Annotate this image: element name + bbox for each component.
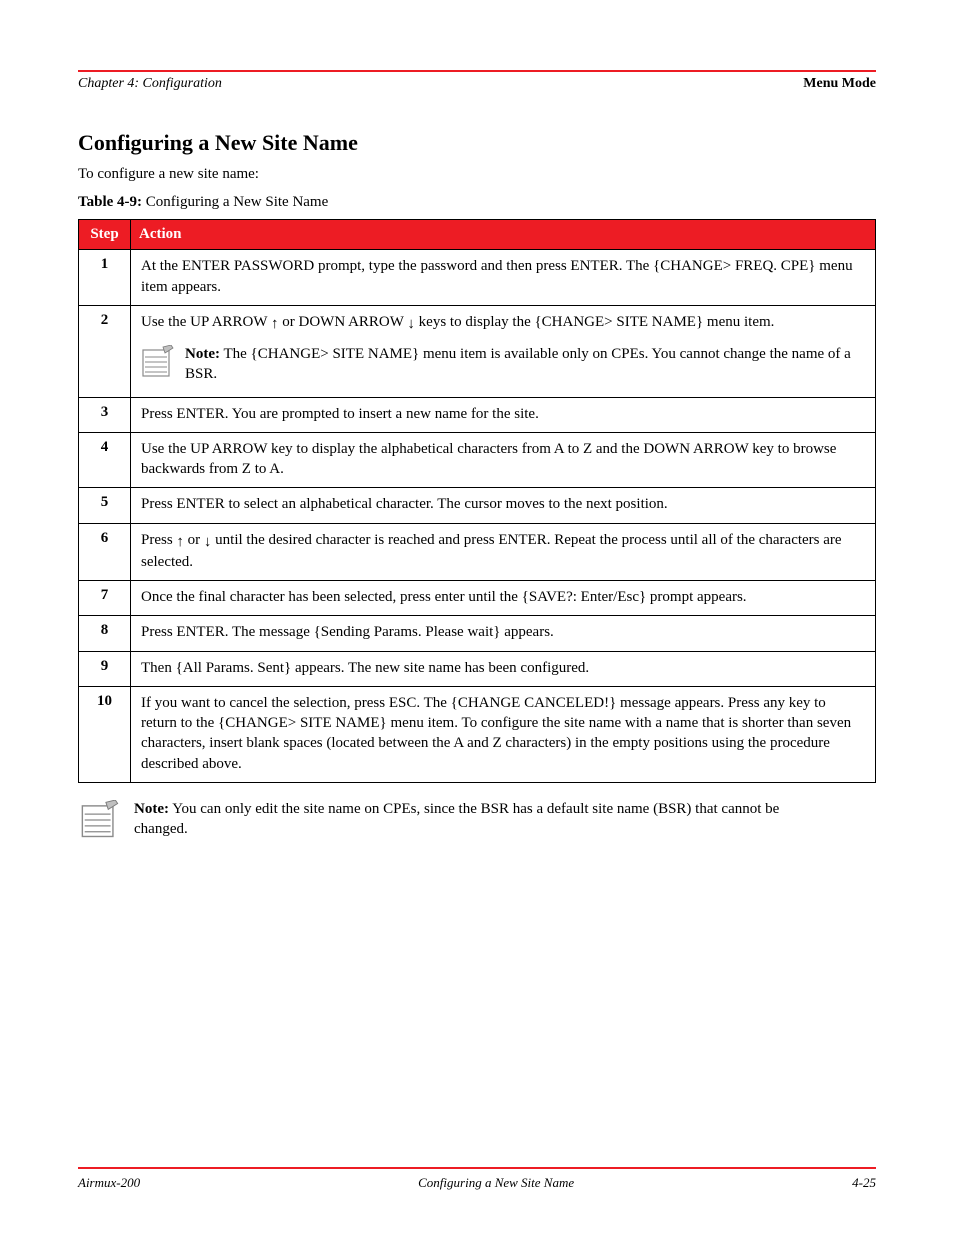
header-section: Menu Mode [803,76,876,92]
step-number: 8 [79,616,131,651]
step-number: 9 [79,651,131,686]
footer-left: Airmux-200 [78,1175,140,1191]
note-label: Note: [134,801,169,817]
note-body: You can only edit the site name on CPEs,… [134,801,779,837]
action-text-pre: Use the UP ARROW [141,314,271,330]
step-number: 4 [79,432,131,488]
step-number: 10 [79,686,131,782]
action-text-post: until the desired character is reached a… [141,532,842,570]
step-action: Press ↑ or ↓ until the desired character… [131,523,876,581]
table-row: 10 If you want to cancel the selection, … [79,686,876,782]
down-arrow-icon: ↓ [407,314,415,334]
action-text-pre: Press [141,532,176,548]
table-row: 5 Press ENTER to select an alphabetical … [79,488,876,523]
table-row: 8 Press ENTER. The message {Sending Para… [79,616,876,651]
step-action: Once the final character has been select… [131,581,876,616]
step-action: Then {All Params. Sent} appears. The new… [131,651,876,686]
page: Chapter 4: Configuration Menu Mode Confi… [0,0,954,1235]
step-action: Use the UP ARROW ↑ or DOWN ARROW ↓ keys … [131,305,876,397]
table-row: 9 Then {All Params. Sent} appears. The n… [79,651,876,686]
step-number: 1 [79,250,131,306]
header-chapter: Chapter 4: Configuration [78,76,222,92]
step-action: Press ENTER. You are prompted to insert … [131,397,876,432]
step-action: If you want to cancel the selection, pre… [131,686,876,782]
table-row: 6 Press ↑ or ↓ until the desired charact… [79,523,876,581]
up-arrow-icon: ↑ [271,314,279,334]
step-number: 5 [79,488,131,523]
action-text-post: keys to display the {CHANGE> SITE NAME} … [415,314,775,330]
step-action: Press ENTER to select an alphabetical ch… [131,488,876,523]
action-text-mid: or [184,532,204,548]
step-action: At the ENTER PASSWORD prompt, type the p… [131,250,876,306]
page-header: Chapter 4: Configuration Menu Mode [78,76,876,92]
step-action: Use the UP ARROW key to display the alph… [131,432,876,488]
table-caption: Table 4-9: Configuring a New Site Name [78,194,876,211]
table-row: 4 Use the UP ARROW key to display the al… [79,432,876,488]
note-label: Note: [185,346,220,362]
table-caption-label: Table 4-9: [78,194,146,210]
note-text: Note: The {CHANGE> SITE NAME} menu item … [185,344,865,385]
step-number: 2 [79,305,131,397]
table-caption-text: Configuring a New Site Name [146,194,328,210]
table-row: 3 Press ENTER. You are prompted to inser… [79,397,876,432]
step-number: 3 [79,397,131,432]
step-number: 6 [79,523,131,581]
footer-bar: Airmux-200 Configuring a New Site Name 4… [78,1175,876,1191]
up-arrow-icon: ↑ [176,532,184,552]
section-intro: To configure a new site name: [78,164,876,184]
col-header-action: Action [131,220,876,250]
note-icon [141,345,175,379]
section-title: Configuring a New Site Name [78,130,876,156]
note-body: The {CHANGE> SITE NAME} menu item is ava… [185,346,851,382]
step-action: Press ENTER. The message {Sending Params… [131,616,876,651]
table-row: 7 Once the final character has been sele… [79,581,876,616]
footer-center: Configuring a New Site Name [418,1175,574,1191]
procedure-table: Step Action 1 At the ENTER PASSWORD prom… [78,219,876,783]
note-icon [80,800,120,840]
footer-right: 4-25 [852,1175,876,1191]
table-row: 2 Use the UP ARROW ↑ or DOWN ARROW ↓ key… [79,305,876,397]
bottom-rule [78,1167,876,1169]
note-block-outside: Note: You can only edit the site name on… [78,799,876,840]
col-header-step: Step [79,220,131,250]
top-rule [78,70,876,72]
step-number: 7 [79,581,131,616]
page-footer: Airmux-200 Configuring a New Site Name 4… [78,1167,876,1191]
table-header-row: Step Action [79,220,876,250]
note-text: Note: You can only edit the site name on… [134,799,834,840]
action-text-mid: or DOWN ARROW [279,314,408,330]
table-row: 1 At the ENTER PASSWORD prompt, type the… [79,250,876,306]
note-block: Note: The {CHANGE> SITE NAME} menu item … [141,344,865,385]
